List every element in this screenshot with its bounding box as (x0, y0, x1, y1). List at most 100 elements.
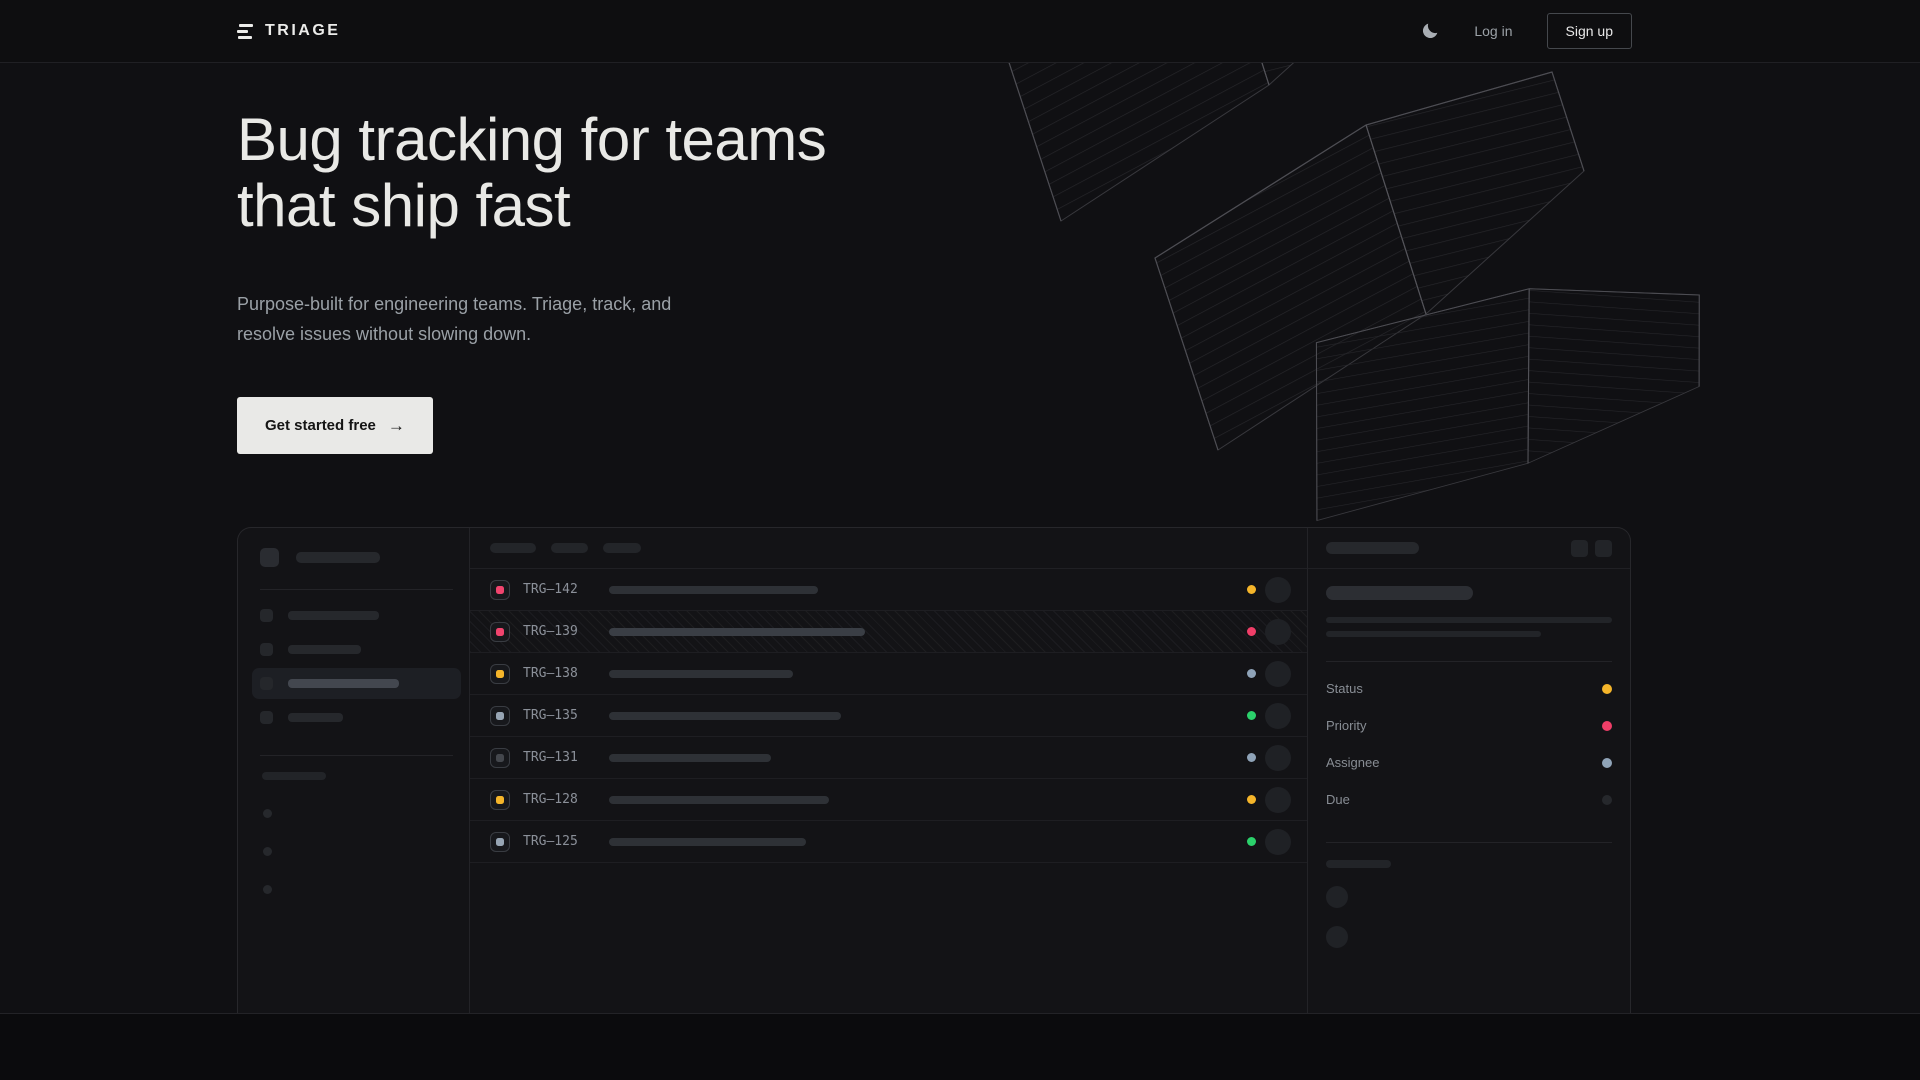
issue-row[interactable]: TRG–139 (470, 611, 1307, 653)
issue-type-icon (490, 790, 510, 810)
sidebar-item-label-skeleton (288, 611, 379, 620)
workspace-name-skeleton (296, 552, 380, 563)
description-line-skeleton (1326, 631, 1541, 637)
workspace-switcher[interactable] (260, 548, 453, 567)
issue-row[interactable]: TRG–131 (470, 737, 1307, 779)
issue-row[interactable]: TRG–135 (470, 695, 1307, 737)
property-value-dot (1602, 684, 1612, 694)
panel-divider (1326, 842, 1612, 843)
mockup-detail-panel: Status Priority Assignee Due (1307, 528, 1630, 1013)
property-value-dot (1602, 795, 1612, 805)
avatar (1265, 577, 1291, 603)
issue-title-skeleton (1326, 586, 1473, 600)
issue-type-dot (496, 586, 504, 594)
issue-row[interactable]: TRG–142 (470, 569, 1307, 611)
issue-title-skeleton (609, 586, 818, 594)
avatar (1265, 619, 1291, 645)
hero-title: Bug tracking for teams that ship fast (237, 107, 1920, 239)
sidebar-nav-item[interactable] (252, 634, 461, 665)
sidebar-nav-item[interactable] (252, 668, 461, 699)
workspace-icon (260, 548, 279, 567)
avatar (1265, 703, 1291, 729)
sidebar-item-label-skeleton (288, 713, 343, 722)
issue-title-skeleton (609, 796, 829, 804)
mockup-issue-list: TRG–142 TRG–139 TRG–138 TRG–135 TRG–131 TRG–1… (470, 528, 1307, 1013)
property-row[interactable]: Status (1326, 670, 1612, 707)
panel-title-skeleton (1326, 542, 1419, 554)
issue-id: TRG–135 (523, 708, 585, 723)
comment-avatar (1326, 886, 1348, 908)
footer (0, 1013, 1920, 1080)
status-dot (1247, 669, 1256, 678)
issue-id: TRG–139 (523, 624, 585, 639)
property-row[interactable]: Priority (1326, 707, 1612, 744)
list-toolbar (470, 528, 1307, 569)
property-value-dot (1602, 721, 1612, 731)
issue-type-icon (490, 580, 510, 600)
issue-type-icon (490, 832, 510, 852)
sidebar-nav (260, 600, 453, 733)
toolbar-filter-skeleton[interactable] (490, 543, 536, 553)
get-started-button[interactable]: Get started free → (237, 397, 433, 454)
toolbar-filter-skeleton[interactable] (551, 543, 588, 553)
app-mockup-card: TRG–142 TRG–139 TRG–138 TRG–135 TRG–131 TRG–1… (237, 527, 1631, 1013)
detail-panel-header (1308, 528, 1630, 569)
property-label: Priority (1326, 718, 1366, 733)
issue-row[interactable]: TRG–128 (470, 779, 1307, 821)
comments-label-skeleton (1326, 860, 1391, 868)
sidebar-item-icon (260, 609, 273, 622)
property-row[interactable]: Due (1326, 781, 1612, 818)
issue-type-dot (496, 712, 504, 720)
signup-button[interactable]: Sign up (1547, 13, 1632, 49)
sidebar-divider (260, 589, 453, 590)
issue-type-dot (496, 838, 504, 846)
login-link[interactable]: Log in (1474, 23, 1512, 39)
avatar (1265, 829, 1291, 855)
property-label: Due (1326, 792, 1350, 807)
issue-type-icon (490, 706, 510, 726)
comment-avatar (1326, 926, 1348, 948)
panel-action-button[interactable] (1571, 540, 1588, 557)
description-line-skeleton (1326, 617, 1612, 623)
hero-subtitle: Purpose-built for engineering teams. Tri… (237, 289, 717, 349)
sidebar-item-label-skeleton (288, 679, 399, 688)
triage-logo-icon (237, 24, 253, 39)
status-dot (1247, 837, 1256, 846)
avatar (1265, 745, 1291, 771)
status-dot (1247, 627, 1256, 636)
sidebar-section-label-skeleton (262, 772, 326, 780)
issue-type-icon (490, 748, 510, 768)
issue-row[interactable]: TRG–138 (470, 653, 1307, 695)
panel-action-button[interactable] (1595, 540, 1612, 557)
property-value-dot (1602, 758, 1612, 768)
sidebar-dot (263, 809, 272, 818)
hero-section: Bug tracking for teams that ship fast Pu… (0, 63, 1920, 1013)
property-label: Assignee (1326, 755, 1379, 770)
issue-row[interactable]: TRG–125 (470, 821, 1307, 863)
theme-toggle-button[interactable] (1420, 21, 1440, 41)
top-nav: TRIAGE Log in Sign up (0, 0, 1920, 63)
sidebar-nav-item[interactable] (252, 600, 461, 631)
avatar (1265, 787, 1291, 813)
brand[interactable]: TRIAGE (237, 22, 340, 40)
issue-type-dot (496, 670, 504, 678)
moon-icon (1420, 21, 1440, 41)
sidebar-nav-item[interactable] (252, 702, 461, 733)
issue-title-skeleton (609, 628, 865, 636)
sidebar-item-icon (260, 677, 273, 690)
sidebar-divider (260, 755, 453, 756)
issue-id: TRG–142 (523, 582, 585, 597)
issue-id: TRG–125 (523, 834, 585, 849)
status-dot (1247, 711, 1256, 720)
toolbar-filter-skeleton[interactable] (603, 543, 641, 553)
brand-name: TRIAGE (265, 22, 340, 40)
issue-title-skeleton (609, 712, 841, 720)
issue-type-dot (496, 754, 504, 762)
issue-type-dot (496, 796, 504, 804)
sidebar-item-icon (260, 643, 273, 656)
issue-title-skeleton (609, 838, 806, 846)
arrow-right-icon: → (388, 416, 405, 436)
sidebar-item-label-skeleton (288, 645, 361, 654)
issue-id: TRG–131 (523, 750, 585, 765)
property-row[interactable]: Assignee (1326, 744, 1612, 781)
